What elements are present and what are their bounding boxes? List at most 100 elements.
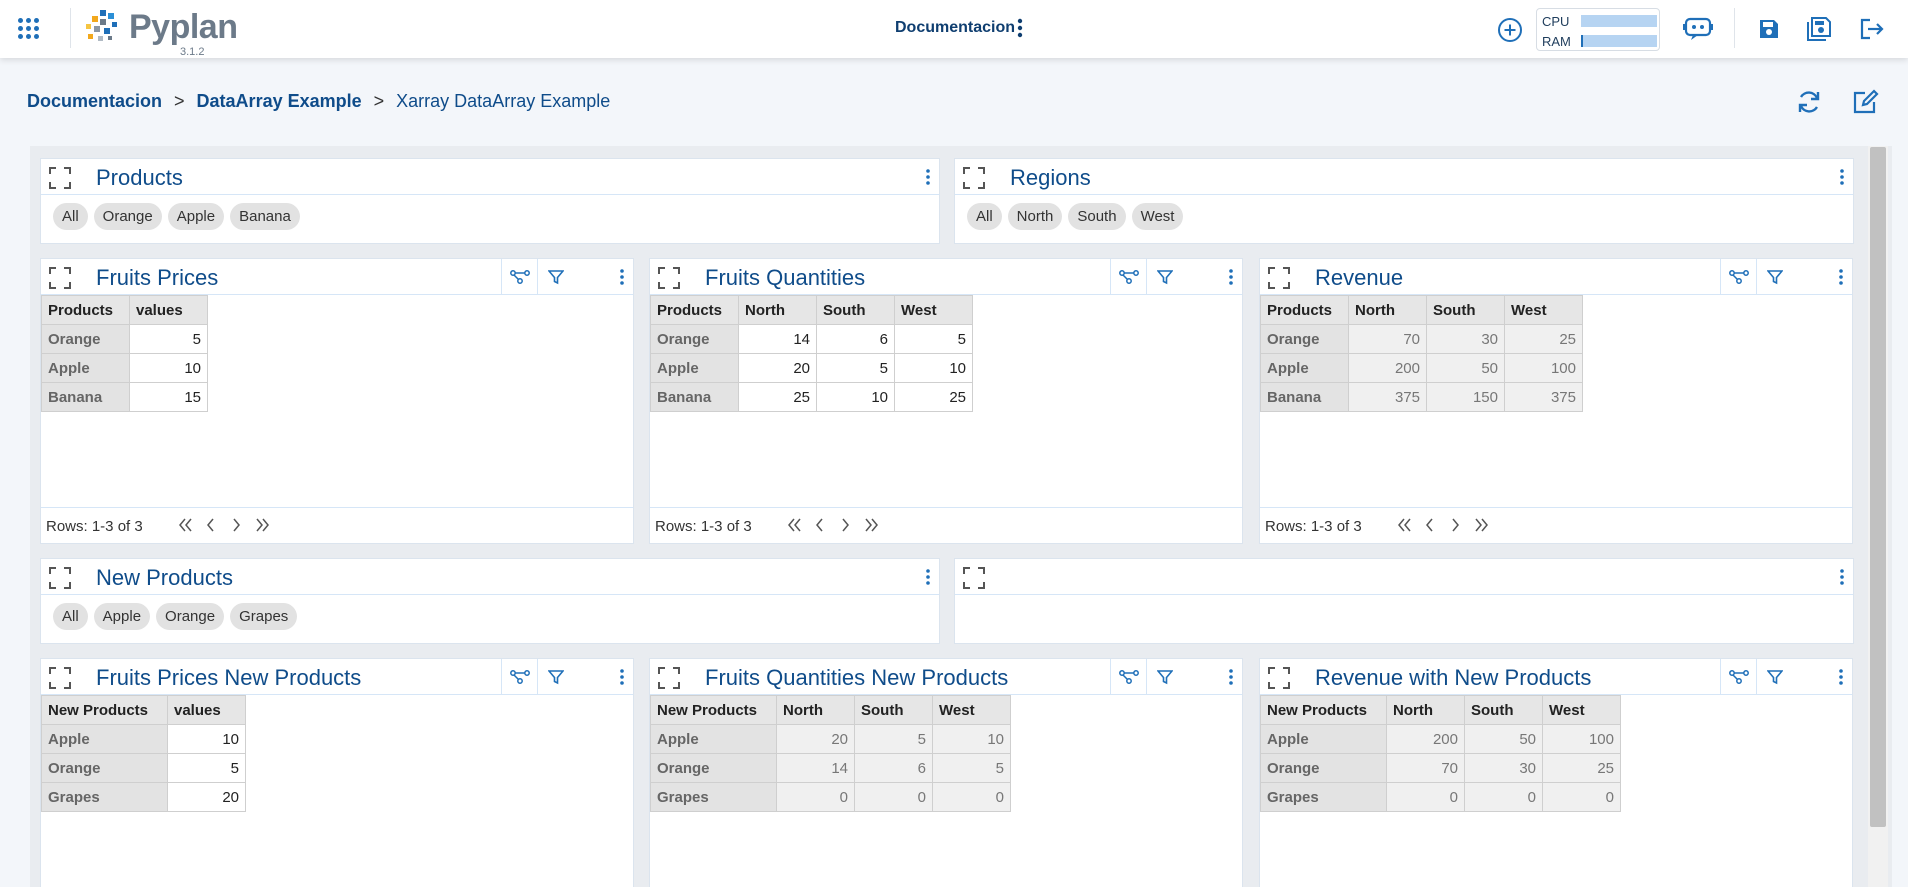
node-menu-icon[interactable] (1839, 568, 1845, 586)
column-header[interactable]: New Products (650, 695, 777, 725)
apps-grid-icon[interactable] (18, 18, 40, 40)
node-menu-icon[interactable] (925, 568, 931, 586)
column-header[interactable]: West (1504, 295, 1583, 325)
document-title[interactable]: Documentacion (895, 19, 1015, 37)
selector-chip[interactable]: South (1068, 203, 1126, 230)
influence-diagram-button[interactable] (501, 259, 537, 295)
filter-button[interactable] (537, 659, 573, 695)
pager-first-icon[interactable] (1396, 516, 1411, 534)
column-header[interactable]: South (1426, 295, 1505, 325)
column-header[interactable]: values (129, 295, 208, 325)
selector-chip[interactable]: West (1131, 203, 1184, 230)
node-menu-icon[interactable] (1838, 668, 1844, 686)
column-header[interactable]: South (854, 695, 933, 725)
filter-button[interactable] (1146, 659, 1182, 695)
column-header[interactable]: South (816, 295, 895, 325)
node-menu-icon[interactable] (925, 168, 931, 186)
table-cell[interactable]: 6 (816, 324, 895, 354)
pager-next-icon[interactable] (229, 516, 243, 534)
column-header[interactable]: South (1464, 695, 1543, 725)
selector-chip[interactable]: All (967, 203, 1002, 230)
node-menu-icon[interactable] (1838, 268, 1844, 286)
filter-button[interactable] (1146, 259, 1182, 295)
pager-first-icon[interactable] (177, 516, 192, 534)
expand-icon[interactable] (1268, 667, 1290, 689)
node-menu-icon[interactable] (1228, 668, 1234, 686)
selector-chip[interactable]: All (53, 203, 88, 230)
pager-last-icon[interactable] (864, 516, 878, 534)
table-cell[interactable]: 20 (167, 782, 246, 812)
column-header[interactable]: West (894, 295, 973, 325)
selector-chip[interactable]: Grapes (230, 603, 298, 630)
column-header[interactable]: North (738, 295, 817, 325)
expand-icon[interactable] (49, 667, 71, 689)
pager-last-icon[interactable] (255, 516, 269, 534)
logout-icon[interactable] (1859, 17, 1885, 41)
expand-icon[interactable] (658, 667, 680, 689)
refresh-icon[interactable] (1795, 88, 1823, 116)
add-circle-icon[interactable] (1497, 17, 1523, 43)
table-cell[interactable]: 10 (816, 382, 895, 412)
expand-icon[interactable] (963, 567, 985, 589)
pager-next-icon[interactable] (838, 516, 852, 534)
influence-diagram-button[interactable] (1110, 259, 1146, 295)
column-header[interactable]: New Products (1260, 695, 1387, 725)
assistant-bot-icon[interactable] (1683, 16, 1713, 42)
column-header[interactable]: Products (41, 295, 130, 325)
column-header[interactable]: North (776, 695, 855, 725)
table-cell[interactable]: 5 (167, 753, 246, 783)
table-cell[interactable]: 10 (894, 353, 973, 383)
expand-icon[interactable] (658, 267, 680, 289)
expand-icon[interactable] (49, 167, 71, 189)
pager-prev-icon[interactable] (203, 516, 217, 534)
breadcrumb-item[interactable]: DataArray Example (197, 91, 362, 112)
table-cell[interactable]: 25 (738, 382, 817, 412)
table-cell[interactable]: 10 (167, 724, 246, 754)
node-menu-icon[interactable] (1839, 168, 1845, 186)
selector-chip[interactable]: Banana (230, 203, 300, 230)
expand-icon[interactable] (963, 167, 985, 189)
node-menu-icon[interactable] (619, 268, 625, 286)
selector-chip[interactable]: All (53, 603, 88, 630)
column-header[interactable]: Products (1260, 295, 1349, 325)
selector-chip[interactable]: Orange (156, 603, 225, 630)
influence-diagram-button[interactable] (501, 659, 537, 695)
pager-prev-icon[interactable] (812, 516, 826, 534)
column-header[interactable]: Products (650, 295, 739, 325)
column-header[interactable]: North (1386, 695, 1465, 725)
table-cell[interactable]: 14 (738, 324, 817, 354)
pager-first-icon[interactable] (786, 516, 801, 534)
column-header[interactable]: North (1348, 295, 1427, 325)
table-cell[interactable]: 10 (129, 353, 208, 383)
influence-diagram-button[interactable] (1720, 659, 1756, 695)
expand-icon[interactable] (49, 267, 71, 289)
node-menu-icon[interactable] (619, 668, 625, 686)
table-cell[interactable]: 5 (816, 353, 895, 383)
column-header[interactable]: New Products (41, 695, 168, 725)
node-menu-icon[interactable] (1228, 268, 1234, 286)
filter-button[interactable] (1756, 659, 1792, 695)
table-cell[interactable]: 15 (129, 382, 208, 412)
selector-chip[interactable]: Apple (167, 203, 225, 230)
breadcrumb-item[interactable]: Documentacion (27, 91, 162, 112)
column-header[interactable]: West (1542, 695, 1621, 725)
table-cell[interactable]: 5 (129, 324, 208, 354)
selector-chip[interactable]: Apple (93, 603, 151, 630)
expand-icon[interactable] (49, 567, 71, 589)
document-menu-icon[interactable] (1016, 17, 1024, 39)
save-icon[interactable] (1757, 17, 1781, 41)
edit-icon[interactable] (1851, 88, 1879, 116)
column-header[interactable]: values (167, 695, 246, 725)
selector-chip[interactable]: Orange (93, 203, 162, 230)
save-as-icon[interactable] (1806, 16, 1832, 42)
table-cell[interactable]: 5 (894, 324, 973, 354)
pager-prev-icon[interactable] (1422, 516, 1436, 534)
table-cell[interactable]: 25 (894, 382, 973, 412)
scrollbar-thumb[interactable] (1870, 147, 1886, 827)
influence-diagram-button[interactable] (1110, 659, 1146, 695)
column-header[interactable]: West (932, 695, 1011, 725)
influence-diagram-button[interactable] (1720, 259, 1756, 295)
filter-button[interactable] (537, 259, 573, 295)
pager-last-icon[interactable] (1474, 516, 1488, 534)
pager-next-icon[interactable] (1448, 516, 1462, 534)
